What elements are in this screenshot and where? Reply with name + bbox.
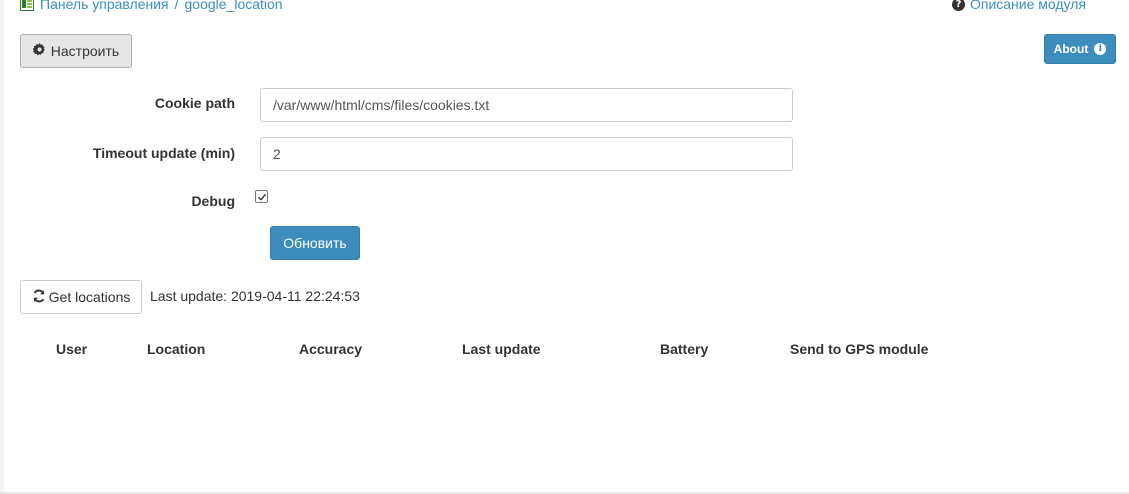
module-help-link[interactable]: ? Описание модуля (951, 0, 1086, 12)
column-header-accuracy: Accuracy (299, 341, 363, 357)
timeout-value: 2 (273, 146, 281, 162)
breadcrumb: Панель управления / google_location (20, 0, 283, 12)
module-icon (20, 0, 34, 11)
refresh-icon (32, 289, 46, 306)
page: Панель управления / google_location ? Оп… (0, 0, 1129, 494)
column-header-user: User (56, 341, 88, 357)
about-label: About (1053, 42, 1089, 56)
update-button[interactable]: Обновить (270, 226, 360, 260)
column-header-send-gps: Send to GPS module (790, 341, 929, 357)
breadcrumb-current[interactable]: google_location (185, 0, 283, 12)
cookie-path-label: Cookie path (154, 95, 235, 111)
debug-label: Debug (191, 193, 235, 209)
configure-label: Настроить (50, 43, 120, 59)
gear-icon (32, 43, 46, 59)
cookie-path-value: /var/www/html/cms/files/cookies.txt (273, 97, 490, 113)
update-label: Обновить (283, 235, 347, 251)
question-circle-icon: ? (951, 0, 965, 11)
cookie-path-input[interactable]: /var/www/html/cms/files/cookies.txt (260, 88, 793, 122)
column-header-battery: Battery (660, 341, 709, 357)
get-locations-label: Get locations (48, 289, 131, 305)
checkmark-icon (257, 193, 266, 201)
timeout-label: Timeout update (min) (92, 145, 235, 161)
column-header-last-update: Last update (462, 341, 541, 357)
debug-checkbox[interactable] (255, 190, 268, 203)
column-header-location: Location (147, 341, 206, 357)
configure-button[interactable]: Настроить (20, 34, 132, 68)
module-help-label: Описание модуля (969, 0, 1086, 12)
timeout-input[interactable]: 2 (260, 137, 793, 171)
last-update-text: Last update: 2019-04-11 22:24:53 (150, 288, 360, 304)
info-circle-icon: i (1094, 43, 1107, 55)
breadcrumb-home-link[interactable]: Панель управления (40, 0, 169, 12)
get-locations-button[interactable]: Get locations (20, 280, 142, 314)
left-border (0, 0, 4, 494)
breadcrumb-separator: / (174, 0, 179, 12)
about-button[interactable]: About i (1044, 34, 1116, 64)
